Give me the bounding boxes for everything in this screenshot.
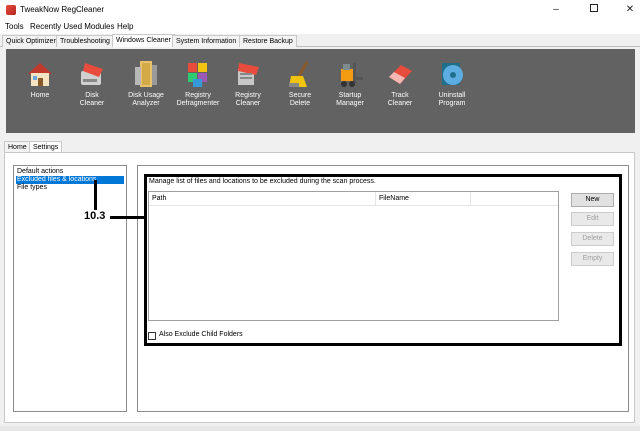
tab-restore-backup[interactable]: Restore Backup	[239, 35, 297, 47]
edit-button[interactable]: Edit	[571, 212, 614, 226]
main-tab-bar: Quick Optimizer Troubleshooting Windows …	[0, 34, 640, 47]
toolbar-label: Disk Cleaner	[79, 92, 105, 107]
toolbar-registry-defragmenter-button[interactable]: Registry Defragmenter	[170, 59, 226, 108]
toolbar-label: Home	[30, 92, 50, 99]
close-button[interactable]: ✕	[620, 3, 640, 17]
annotation-pointer-arrow	[110, 216, 145, 219]
annotation-label: 10.3	[84, 210, 106, 222]
minimize-button[interactable]: –	[546, 3, 566, 17]
new-button[interactable]: New	[571, 193, 614, 207]
child-folders-label: Also Exclude Child Folders	[159, 331, 243, 338]
title-bar: TweakNow RegCleaner – ✕	[0, 0, 640, 20]
blocks-icon	[188, 63, 207, 87]
toolbar-label: Registry Cleaner	[235, 92, 261, 107]
disk-cleaner-icon	[81, 63, 103, 85]
list-item-file-types[interactable]: File types	[16, 184, 48, 192]
toolbar-label: Secure Delete	[288, 92, 312, 107]
tab-quick-optimizer[interactable]: Quick Optimizer	[2, 35, 60, 47]
column-path[interactable]: Path	[149, 192, 376, 206]
disc-icon	[442, 63, 463, 85]
maximize-icon	[590, 4, 598, 12]
tab-system-information[interactable]: System Information	[172, 35, 241, 47]
exclusion-list[interactable]: Path FileName	[148, 191, 559, 321]
tab-troubleshooting[interactable]: Troubleshooting	[56, 35, 114, 47]
eraser-icon	[389, 65, 412, 84]
toolbar-label: Registry Defragmenter	[176, 92, 220, 107]
app-logo-icon	[6, 5, 16, 15]
toolbar-uninstall-program-button[interactable]: Uninstall Program	[424, 59, 480, 108]
toolbar-label: Disk Usage Analyzer	[128, 92, 164, 107]
menu-recently-used-modules[interactable]: Recently Used Modules	[30, 22, 114, 31]
menu-tools[interactable]: Tools	[5, 22, 24, 31]
folder-icon	[135, 61, 157, 87]
app-window: TweakNow RegCleaner – ✕ Tools Recently U…	[0, 0, 640, 431]
panel-description: Manage list of files and locations to be…	[149, 178, 376, 185]
tab-windows-cleaner[interactable]: Windows Cleaner	[112, 34, 175, 47]
maximize-button[interactable]	[584, 3, 604, 17]
toolbar-label: Startup Manager	[336, 92, 364, 107]
toolbar-label: Uninstall Program	[438, 92, 466, 107]
window-title: TweakNow RegCleaner	[20, 5, 105, 14]
menu-bar: Tools Recently Used Modules Help	[0, 20, 640, 34]
module-toolbar: Home Disk Cleaner Disk Usage Analyzer Re…	[6, 49, 635, 133]
toolbar-home-button[interactable]: Home	[12, 59, 68, 100]
list-item-excluded-files[interactable]: Excluded files & locations	[16, 176, 124, 184]
toolbar-label: Track Cleaner	[387, 92, 413, 107]
broom-icon	[289, 61, 309, 87]
settings-category-list: Default actions Excluded files & locatio…	[13, 165, 127, 412]
house-icon	[28, 63, 52, 86]
column-extra[interactable]	[471, 192, 559, 206]
forklift-icon	[341, 63, 363, 87]
toolbar-startup-manager-button[interactable]: Startup Manager	[322, 59, 378, 108]
toolbar-registry-cleaner-button[interactable]: Registry Cleaner	[220, 59, 276, 108]
toolbar-disk-usage-analyzer-button[interactable]: Disk Usage Analyzer	[118, 59, 174, 108]
registry-cleaner-icon	[238, 63, 259, 85]
annotation-pointer-line	[94, 180, 97, 210]
toolbar-disk-cleaner-button[interactable]: Disk Cleaner	[64, 59, 120, 108]
toolbar-track-cleaner-button[interactable]: Track Cleaner	[372, 59, 428, 108]
toolbar-secure-delete-button[interactable]: Secure Delete	[272, 59, 328, 108]
child-folders-checkbox[interactable]	[148, 332, 156, 340]
list-item-default-actions[interactable]: Default actions	[16, 168, 64, 176]
list-header: Path FileName	[149, 192, 558, 206]
menu-help[interactable]: Help	[117, 22, 133, 31]
empty-button[interactable]: Empty	[571, 252, 614, 266]
delete-button[interactable]: Delete	[571, 232, 614, 246]
column-filename[interactable]: FileName	[376, 192, 471, 206]
status-strip	[0, 426, 640, 431]
